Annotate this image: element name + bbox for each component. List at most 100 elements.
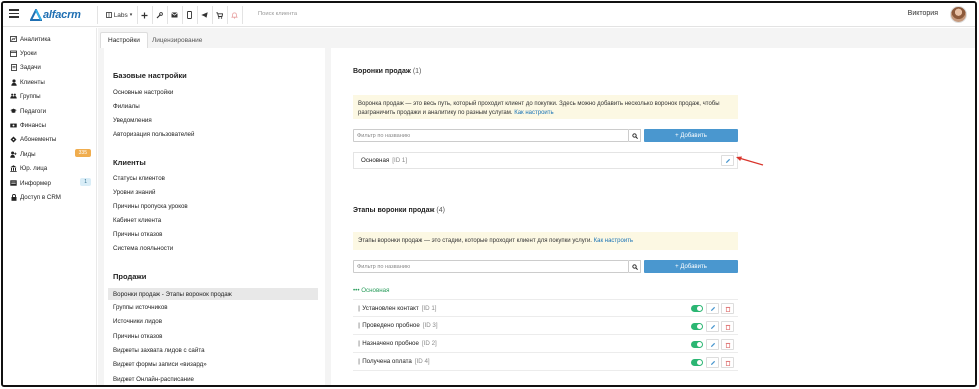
stages-heading: Этапы воронки продаж (4)	[353, 207, 445, 214]
settings-link[interactable]: Кабинет клиента	[113, 217, 161, 224]
divider	[152, 6, 153, 24]
sidebar-item-analytics[interactable]: Аналитика	[10, 34, 94, 44]
informer-icon	[10, 180, 17, 187]
funnels-heading: Воронки продаж (1)	[353, 68, 421, 75]
sidebar: Аналитика Уроки Задачи Клиенты Группы Пе…	[3, 28, 97, 385]
stage-active-toggle[interactable]	[691, 359, 703, 366]
menu-icon[interactable]	[9, 9, 19, 18]
settings-link[interactable]: Виджеты захвата лидов с сайта	[113, 347, 205, 354]
funnel-group-label[interactable]: ••• Основная	[353, 287, 389, 294]
delete-stage-button[interactable]	[721, 321, 734, 332]
settings-link[interactable]: Группы источников	[113, 304, 168, 311]
add-funnel-button[interactable]: + Добавить	[644, 129, 738, 142]
edit-stage-button[interactable]	[706, 303, 719, 314]
stage-name: Установлен контакт	[362, 304, 419, 312]
sidebar-item-legal-entities[interactable]: Юр. лица	[10, 163, 94, 173]
section-title-sales: Продажи	[113, 272, 147, 281]
drag-handle-icon[interactable]: ||	[358, 322, 360, 329]
user-name[interactable]: Виктория	[908, 10, 938, 17]
plus-icon[interactable]	[139, 7, 150, 23]
section-title-basic: Базовые настройки	[113, 71, 187, 80]
stage-active-toggle[interactable]	[691, 305, 703, 312]
funnels-info-box: Воронка продаж — это весь путь, который …	[353, 95, 738, 119]
settings-link[interactable]: Авторизация пользователей	[113, 131, 194, 138]
sidebar-item-groups[interactable]: Группы	[10, 91, 94, 101]
tab-licensing[interactable]: Лицензирование	[145, 32, 209, 48]
wrench-icon[interactable]	[154, 7, 165, 23]
phone-icon[interactable]	[184, 7, 195, 23]
client-search-input[interactable]: Поиск клиента	[258, 11, 297, 17]
avatar[interactable]	[950, 6, 967, 23]
edit-stage-button[interactable]	[706, 321, 719, 332]
tab-settings[interactable]: Настройки	[100, 32, 148, 48]
logo-text: alfacrm	[43, 8, 81, 21]
sidebar-item-tasks[interactable]: Задачи	[10, 62, 94, 72]
delete-stage-button[interactable]	[721, 303, 734, 314]
envelope-icon[interactable]	[169, 7, 180, 23]
settings-link[interactable]: Уведомления	[113, 117, 152, 124]
drag-handle-icon[interactable]: ||	[358, 305, 360, 312]
lock-icon	[10, 193, 17, 201]
sidebar-item-teachers[interactable]: Педагоги	[10, 106, 94, 116]
funnels-help-link[interactable]: Как настроить	[514, 110, 553, 116]
settings-link[interactable]: Уровни знаний	[113, 189, 155, 196]
search-icon[interactable]	[629, 260, 641, 273]
settings-link-selected[interactable]: Воронки продаж - Этапы воронок продаж	[108, 288, 318, 300]
funnels-content: Воронки продаж (1) Воронка продаж — это …	[331, 48, 975, 385]
sidebar-item-subscriptions[interactable]: Абонементы	[10, 134, 94, 144]
main-area: Настройки Лицензирование Базовые настрой…	[98, 28, 975, 385]
stage-row[interactable]: || Назначено пробное [ID 2]	[353, 335, 738, 353]
logo[interactable]: alfacrm	[29, 7, 81, 21]
sidebar-item-leads[interactable]: Лиды 335	[10, 149, 94, 159]
stage-name: Получена оплата	[362, 358, 412, 365]
settings-link[interactable]: Причины отказов	[113, 231, 162, 238]
cart-icon[interactable]	[214, 7, 225, 23]
drag-handle-icon[interactable]: ||	[358, 358, 360, 365]
settings-link[interactable]: Причины пропуска уроков	[113, 203, 188, 210]
delete-stage-button[interactable]	[721, 339, 734, 350]
stage-name: Проведено пробное	[362, 322, 420, 329]
sidebar-item-label: Информер	[20, 179, 51, 187]
stage-row[interactable]: || Получена оплата [ID 4]	[353, 353, 738, 371]
stage-filter-input[interactable]: Фильтр по названию	[353, 260, 629, 273]
delete-stage-button[interactable]	[721, 357, 734, 368]
funnel-filter-input[interactable]: Фильтр по названию	[353, 129, 629, 142]
sidebar-item-clients[interactable]: Клиенты	[10, 77, 94, 87]
sidebar-item-label: Юр. лица	[20, 164, 48, 172]
bell-icon[interactable]	[229, 7, 240, 23]
sidebar-item-lessons[interactable]: Уроки	[10, 48, 94, 58]
sidebar-item-informer[interactable]: Информер 1	[10, 178, 94, 188]
settings-link[interactable]: Статусы клиентов	[113, 175, 165, 182]
sidebar-item-finance[interactable]: Финансы	[10, 120, 94, 130]
settings-link[interactable]: Система лояльности	[113, 245, 173, 252]
branch-selector[interactable]: Labs ▾	[102, 7, 136, 23]
settings-link[interactable]: Источники лидов	[113, 318, 162, 325]
funnel-row[interactable]: Основная [ID 1]	[353, 152, 738, 169]
add-stage-button[interactable]: + Добавить	[644, 260, 738, 273]
stage-row[interactable]: || Установлен контакт [ID 1]	[353, 299, 738, 317]
edit-stage-button[interactable]	[706, 339, 719, 350]
telegram-icon[interactable]	[199, 7, 210, 23]
edit-funnel-button[interactable]	[721, 155, 734, 166]
pencil-icon	[710, 306, 715, 311]
stage-active-toggle[interactable]	[691, 341, 703, 348]
funnel-name: Основная	[361, 157, 390, 164]
settings-link[interactable]: Виджет формы записи «визард»	[113, 361, 207, 368]
stage-row[interactable]: || Проведено пробное [ID 3]	[353, 317, 738, 335]
sidebar-item-label: Задачи	[20, 63, 41, 71]
search-icon[interactable]	[629, 129, 641, 142]
sidebar-item-label: Педагоги	[20, 107, 47, 115]
stage-active-toggle[interactable]	[691, 323, 703, 330]
settings-link[interactable]: Основные настройки	[113, 89, 173, 96]
settings-link[interactable]: Виджет Онлайн-расписание	[113, 376, 194, 383]
settings-link[interactable]: Филиалы	[113, 103, 140, 110]
sidebar-item-label: Абонементы	[20, 135, 57, 143]
edit-stage-button[interactable]	[706, 357, 719, 368]
funnels-count: (1)	[412, 68, 422, 75]
stages-help-link[interactable]: Как настроить	[594, 238, 633, 244]
drag-handle-icon[interactable]: ||	[358, 340, 360, 347]
settings-link[interactable]: Причины отказов	[113, 333, 162, 340]
sidebar-item-crm-access[interactable]: Доступ в CRM	[10, 192, 94, 202]
branch-label: Labs	[113, 11, 128, 19]
section-title-clients: Клиенты	[113, 158, 146, 167]
